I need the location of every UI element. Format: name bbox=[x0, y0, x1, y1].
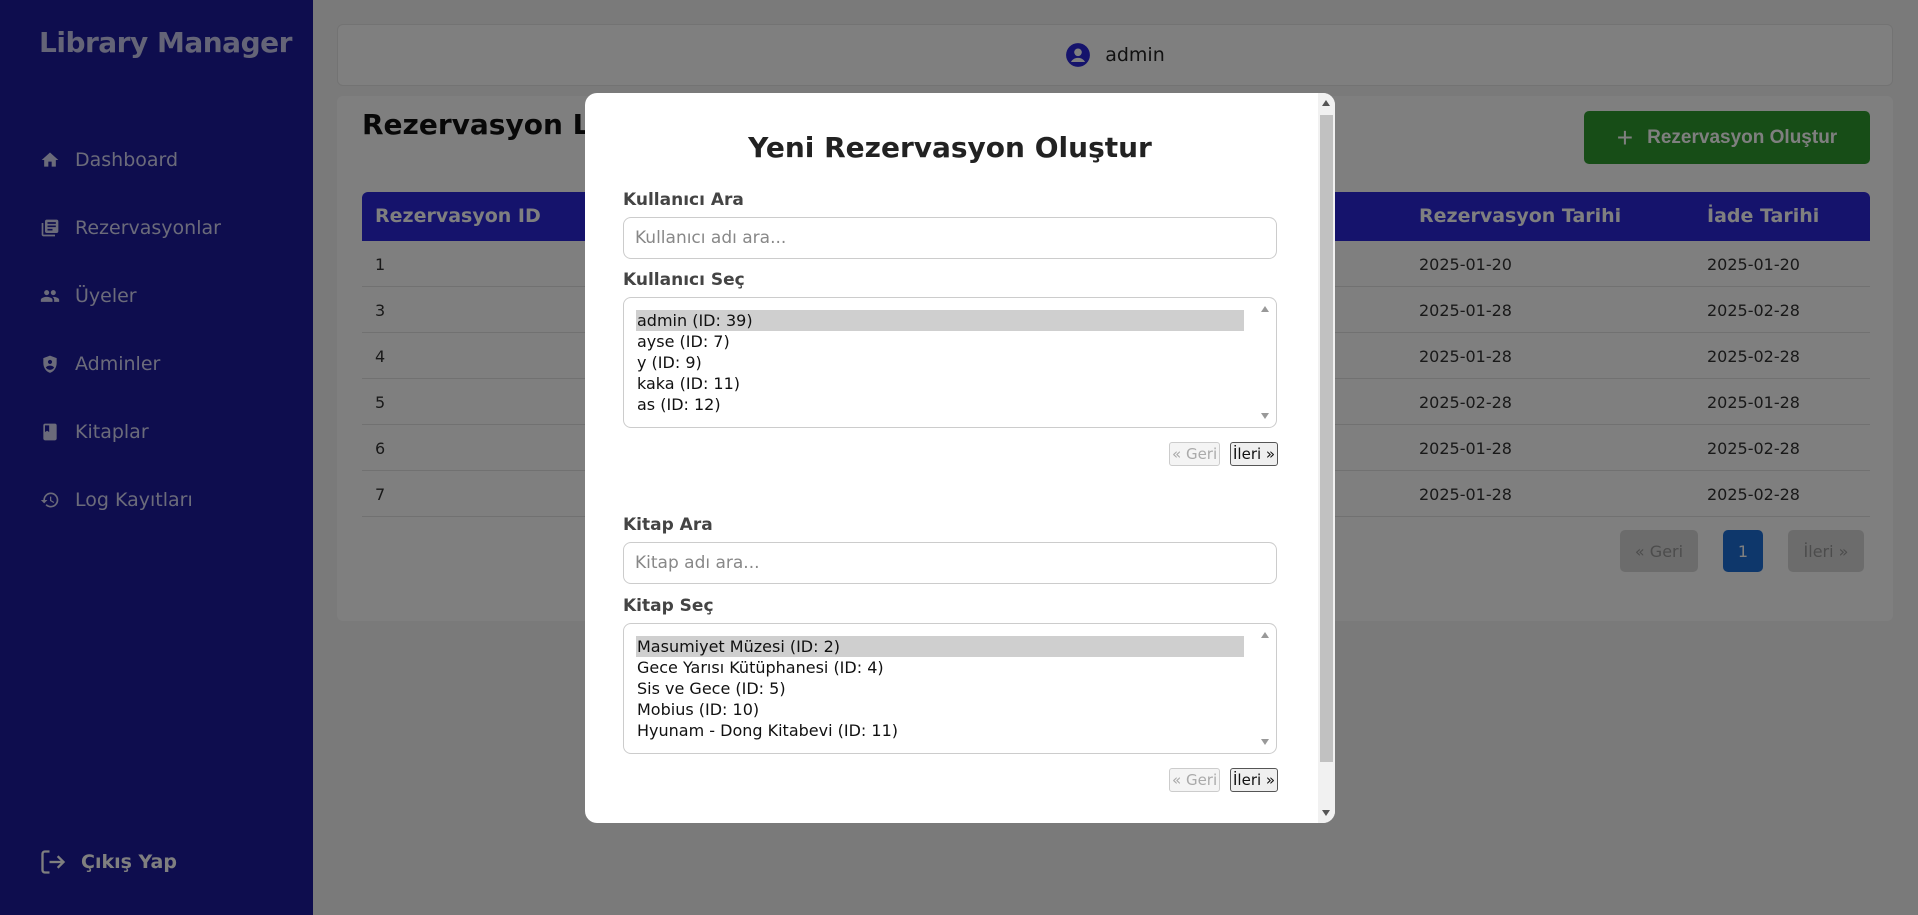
user-option[interactable]: ayse (ID: 7) bbox=[636, 331, 1244, 352]
scroll-up-icon[interactable] bbox=[1322, 100, 1330, 106]
user-option[interactable]: y (ID: 9) bbox=[636, 352, 1244, 373]
scroll-down-icon[interactable] bbox=[1261, 413, 1269, 419]
user-option[interactable]: as (ID: 12) bbox=[636, 394, 1244, 415]
book-option[interactable]: Sis ve Gece (ID: 5) bbox=[636, 678, 1244, 699]
scroll-down-icon[interactable] bbox=[1261, 739, 1269, 745]
book-option[interactable]: Hyunam - Dong Kitabevi (ID: 11) bbox=[636, 720, 1244, 741]
scroll-up-icon[interactable] bbox=[1261, 306, 1269, 312]
book-option[interactable]: Gece Yarısı Kütüphanesi (ID: 4) bbox=[636, 657, 1244, 678]
listbox-scrollbar[interactable] bbox=[1258, 628, 1272, 749]
book-next-button[interactable]: İleri » bbox=[1230, 768, 1279, 792]
book-option[interactable]: Mobius (ID: 10) bbox=[636, 699, 1244, 720]
user-search-input[interactable] bbox=[623, 217, 1277, 259]
listbox-scrollbar[interactable] bbox=[1258, 302, 1272, 423]
book-search-label: Kitap Ara bbox=[623, 515, 713, 535]
user-option[interactable]: admin (ID: 39) bbox=[636, 310, 1244, 331]
modal-scrollbar[interactable] bbox=[1318, 93, 1335, 823]
book-select-list[interactable]: Masumiyet Müzesi (ID: 2) Gece Yarısı Küt… bbox=[623, 623, 1277, 754]
book-option[interactable]: Masumiyet Müzesi (ID: 2) bbox=[636, 636, 1244, 657]
scroll-thumb[interactable] bbox=[1320, 115, 1333, 762]
user-search-label: Kullanıcı Ara bbox=[623, 190, 744, 210]
scroll-up-icon[interactable] bbox=[1261, 632, 1269, 638]
modal-title: Yeni Rezervasyon Oluştur bbox=[748, 131, 1152, 164]
scroll-down-icon[interactable] bbox=[1322, 810, 1330, 816]
book-select-label: Kitap Seç bbox=[623, 596, 714, 616]
book-search-input[interactable] bbox=[623, 542, 1277, 584]
user-next-button[interactable]: İleri » bbox=[1230, 442, 1279, 466]
user-prev-button[interactable]: « Geri bbox=[1169, 442, 1221, 466]
user-select-label: Kullanıcı Seç bbox=[623, 270, 745, 290]
book-prev-button[interactable]: « Geri bbox=[1169, 768, 1221, 792]
user-option[interactable]: kaka (ID: 11) bbox=[636, 373, 1244, 394]
create-reservation-modal: Yeni Rezervasyon Oluştur Kullanıcı Ara K… bbox=[585, 93, 1335, 823]
user-select-list[interactable]: admin (ID: 39) ayse (ID: 7) y (ID: 9) ka… bbox=[623, 297, 1277, 428]
